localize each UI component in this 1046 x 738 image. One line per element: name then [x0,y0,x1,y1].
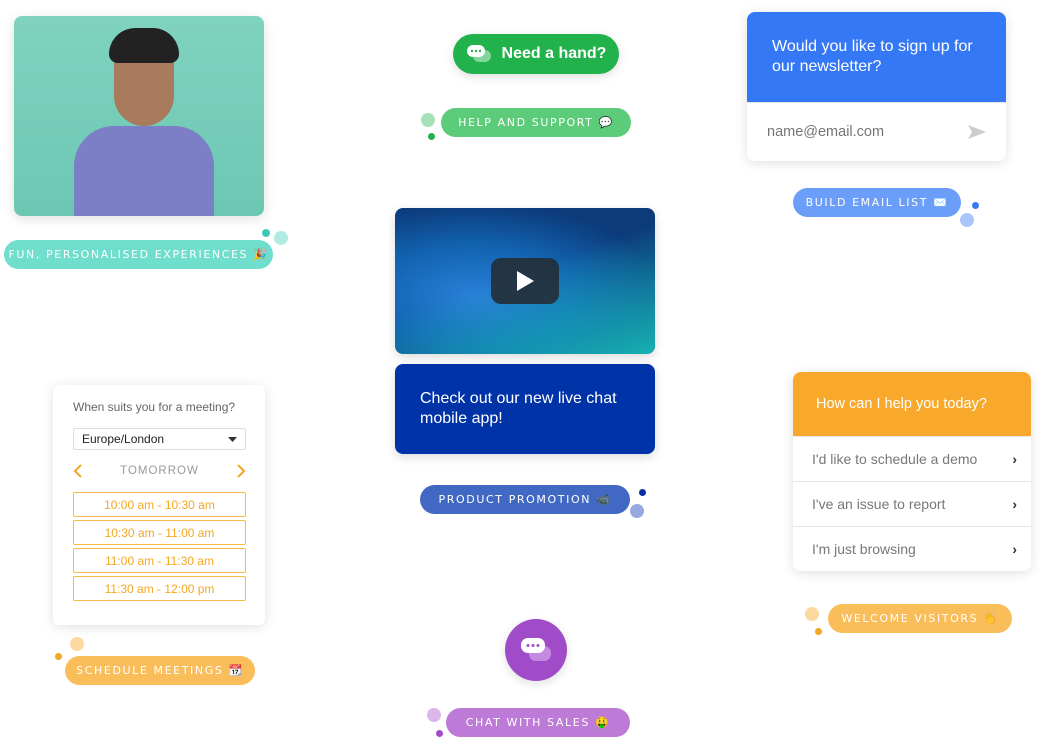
decor-dot [815,628,822,635]
celebration-photo [14,16,264,216]
chevron-left-icon[interactable] [73,464,83,478]
chevron-right-icon: › [1012,496,1017,512]
schedule-meetings-pill[interactable]: SCHEDULE MEETINGS 📆 [65,656,255,685]
option-schedule-demo[interactable]: I'd like to schedule a demo › [793,436,1031,481]
help-support-pill[interactable]: HELP AND SUPPORT 💬 [441,108,631,137]
decor-dot [421,113,435,127]
meeting-scheduler: When suits you for a meeting? Europe/Lon… [53,385,265,625]
chevron-right-icon[interactable] [236,464,246,478]
decor-dot [972,202,979,209]
time-slot[interactable]: 10:00 am - 10:30 am [73,492,246,517]
option-label: I'd like to schedule a demo [812,451,978,467]
day-label: TOMORROW [120,465,199,477]
chat-with-sales-pill[interactable]: CHAT WITH SALES 🤑 [446,708,630,737]
option-just-browsing[interactable]: I'm just browsing › [793,526,1031,571]
decor-dot [436,730,443,737]
fun-experiences-pill[interactable]: FUN, PERSONALISED EXPERIENCES 🎉 [4,240,273,269]
decor-dot [805,607,819,621]
decor-dot [639,489,646,496]
decor-dot [427,708,441,722]
welcome-widget: How can I help you today? I'd like to sc… [793,372,1031,571]
need-a-hand-label: Need a hand? [501,45,607,62]
timezone-value: Europe/London [82,432,165,446]
decor-dot [630,504,644,518]
option-label: I've an issue to report [812,496,946,512]
send-icon[interactable] [968,124,986,140]
decor-dot [274,231,288,245]
time-slot[interactable]: 11:00 am - 11:30 am [73,548,246,573]
decor-dot [55,653,62,660]
chevron-right-icon: › [1012,451,1017,467]
time-slot[interactable]: 10:30 am - 11:00 am [73,520,246,545]
decor-dot [428,133,435,140]
chat-bubbles-icon [466,45,491,62]
option-report-issue[interactable]: I've an issue to report › [793,481,1031,526]
decor-dot [960,213,974,227]
scheduler-question: When suits you for a meeting? [73,400,236,414]
promo-card: Check out our new live chat mobile app! [395,364,655,454]
chat-bubbles-icon [521,638,551,661]
video-player[interactable] [395,208,655,354]
email-input[interactable] [767,124,947,140]
caret-down-icon [228,436,237,442]
play-button[interactable] [491,258,559,304]
chevron-right-icon: › [1012,541,1017,557]
welcome-title: How can I help you today? [793,372,1031,436]
decor-dot [70,637,84,651]
build-email-list-pill[interactable]: BUILD EMAIL LIST ✉️ [793,188,961,217]
welcome-visitors-pill[interactable]: WELCOME VISITORS 👋 [828,604,1012,633]
chat-launcher-button[interactable] [505,619,567,681]
time-slot[interactable]: 11:30 am - 12:00 pm [73,576,246,601]
timezone-select[interactable]: Europe/London [73,428,246,450]
newsletter-widget: Would you like to sign up for our newsle… [747,12,1006,161]
newsletter-title: Would you like to sign up for our newsle… [747,12,1006,102]
play-icon [517,271,534,291]
need-a-hand-button[interactable]: Need a hand? [453,34,619,74]
product-promotion-pill[interactable]: PRODUCT PROMOTION 📹 [420,485,630,514]
decor-dot [262,229,270,237]
option-label: I'm just browsing [812,541,916,557]
